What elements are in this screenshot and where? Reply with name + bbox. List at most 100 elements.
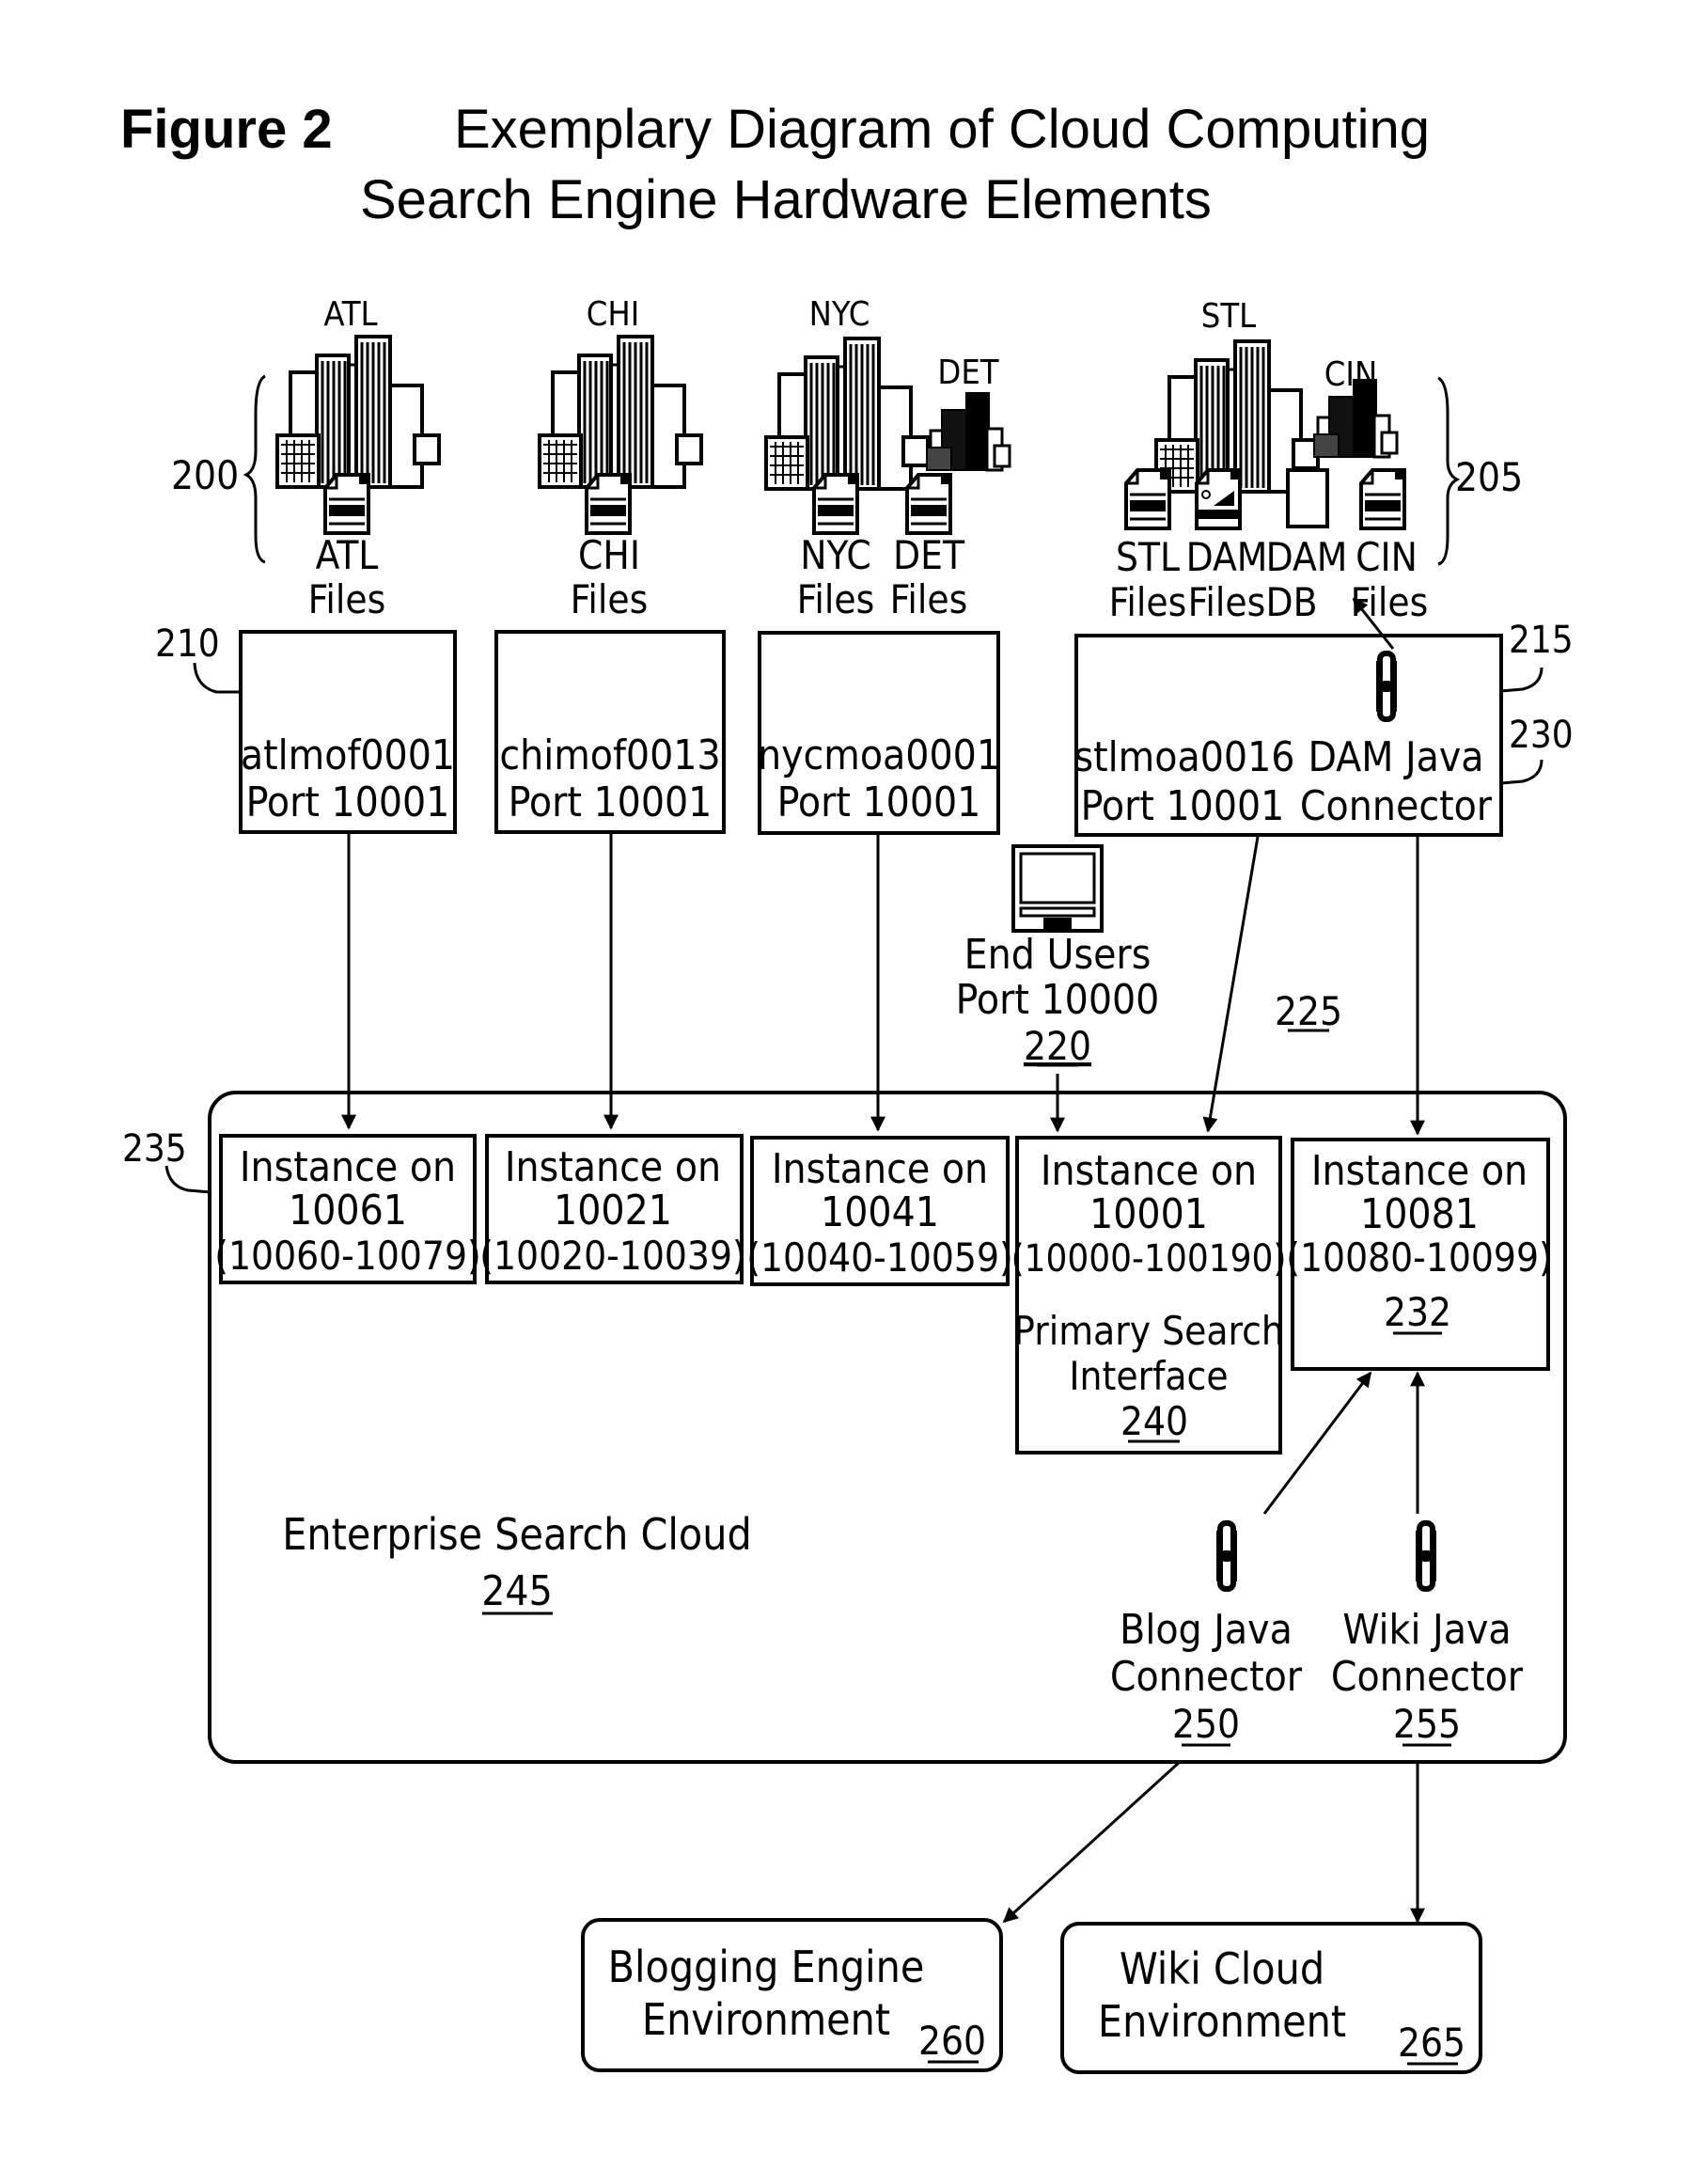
instance-chi: Instance on 10021 (10020-10039) bbox=[479, 1134, 746, 1284]
city-chi: CHI bbox=[538, 295, 703, 489]
interface-label: Interface bbox=[1069, 1353, 1228, 1399]
files-det: DET Files bbox=[890, 473, 968, 622]
ref-232: 232 bbox=[1384, 1289, 1451, 1335]
files-label-line2: Files bbox=[1109, 579, 1187, 625]
dam-connector-line1: DAM Java bbox=[1308, 733, 1483, 781]
files-label-line1: DAM bbox=[1186, 534, 1268, 580]
city-label: DET bbox=[937, 354, 998, 392]
chain-link-icon bbox=[1216, 1523, 1237, 1589]
server-atl: atlmof0001 Port 10001 bbox=[239, 630, 457, 834]
server-port: Port 10001 bbox=[777, 778, 981, 826]
instance-label: Instance on bbox=[505, 1143, 721, 1191]
server-host: atlmof0001 bbox=[241, 731, 455, 779]
ref-240: 240 bbox=[1120, 1398, 1188, 1444]
city-label: CHI bbox=[587, 295, 640, 334]
city-buildings-icon bbox=[538, 335, 703, 489]
environment-label-line1: Blogging Engine bbox=[608, 1942, 925, 1992]
city-cin: CIN bbox=[1312, 355, 1399, 459]
files-label-line2: Files bbox=[1188, 579, 1266, 625]
instance-label: Instance on bbox=[772, 1145, 988, 1193]
instance-label: Instance on bbox=[1311, 1147, 1528, 1195]
files-atl: ATL Files bbox=[308, 473, 385, 622]
server-stl: stlmoa0016 Port 10001 DAM Java Connector bbox=[1074, 634, 1503, 837]
server-port: Port 10001 bbox=[1081, 782, 1285, 830]
ref-255: 255 bbox=[1393, 1701, 1461, 1747]
image-document-icon bbox=[1195, 468, 1242, 530]
environment-label-line1: Wiki Cloud bbox=[1120, 1943, 1324, 1994]
instance-atl: Instance on 10061 (10060-10079) bbox=[214, 1134, 481, 1284]
instance-range: (10080-10099) bbox=[1286, 1234, 1552, 1281]
computer-icon bbox=[1011, 844, 1104, 933]
chain-link-icon bbox=[1416, 1523, 1436, 1589]
files-label-line2: Files bbox=[571, 576, 649, 622]
server-host: nycmoa0001 bbox=[758, 731, 1000, 779]
diagram-canvas: Figure 2 Exemplary Diagram of Cloud Comp… bbox=[120, 99, 1574, 2074]
ref-225: 225 bbox=[1275, 988, 1342, 1034]
instance-port: 10041 bbox=[821, 1188, 939, 1236]
files-label-line2: Files bbox=[1351, 579, 1429, 625]
ref-230: 230 bbox=[1509, 714, 1574, 757]
primary-search-label: Primary Search bbox=[1013, 1308, 1284, 1354]
document-icon bbox=[585, 473, 632, 535]
files-label-line2: Files bbox=[890, 576, 968, 622]
ref-215: 215 bbox=[1509, 619, 1574, 662]
blog-connector: Blog Java Connector 250 bbox=[1110, 1523, 1303, 1747]
city-label: STL bbox=[1201, 297, 1256, 336]
files-cin: CIN Files bbox=[1351, 468, 1429, 625]
server-nyc: nycmoa0001 Port 10001 bbox=[758, 631, 1000, 835]
ref-245: 245 bbox=[481, 1567, 553, 1615]
arrow-blog-to-environment bbox=[1002, 1759, 1183, 1924]
end-users-port: Port 10000 bbox=[956, 976, 1160, 1024]
instance-port: 10061 bbox=[289, 1187, 407, 1234]
server-host: chimof0013 bbox=[499, 731, 720, 779]
ref-260: 260 bbox=[918, 2018, 986, 2064]
environment-label-line2: Environment bbox=[1098, 1996, 1346, 2047]
group-ref-200: 200 bbox=[171, 452, 239, 498]
instance-label: Instance on bbox=[240, 1143, 456, 1191]
connector-label-line1: Blog Java bbox=[1120, 1606, 1293, 1654]
dam-connector-line2: Connector bbox=[1300, 782, 1493, 830]
group-ref-205: 205 bbox=[1455, 454, 1523, 500]
group-brace-right bbox=[1437, 376, 1461, 566]
ref-210: 210 bbox=[155, 622, 220, 666]
files-label-line1: DAM bbox=[1266, 534, 1348, 580]
files-label-line1: ATL bbox=[316, 532, 379, 578]
server-port: Port 10001 bbox=[509, 778, 713, 826]
group-brace-left bbox=[243, 374, 266, 564]
document-icon bbox=[1359, 468, 1406, 530]
city-buildings-icon bbox=[764, 337, 930, 491]
ref-220: 220 bbox=[1024, 1023, 1091, 1069]
connector-label-line2: Connector bbox=[1331, 1653, 1524, 1701]
ref-250: 250 bbox=[1172, 1701, 1240, 1747]
city-buildings-icon bbox=[275, 335, 441, 489]
city-label: NYC bbox=[809, 295, 870, 334]
instance-nyc: Instance on 10041 (10040-10059) bbox=[746, 1136, 1013, 1286]
instance-range: (10060-10079) bbox=[214, 1233, 480, 1279]
wiki-connector: Wiki Java Connector 255 bbox=[1331, 1523, 1524, 1747]
instance-range: (10000-100190) bbox=[1011, 1237, 1287, 1281]
instance-range: (10040-10059) bbox=[746, 1234, 1012, 1281]
files-nyc: NYC Files bbox=[797, 473, 875, 622]
leader-215 bbox=[1500, 667, 1543, 693]
wiki-environment: Wiki Cloud Environment 265 bbox=[1060, 1922, 1482, 2074]
document-icon bbox=[812, 473, 859, 535]
arrow-stl-to-primary bbox=[1202, 836, 1260, 1133]
instance-label: Instance on bbox=[1041, 1147, 1257, 1195]
end-users: End Users Port 10000 220 bbox=[956, 844, 1160, 1069]
instance-range: (10020-10039) bbox=[479, 1233, 745, 1279]
city-stl: STL bbox=[1154, 297, 1320, 494]
files-label-line2: DB bbox=[1265, 579, 1317, 625]
instance-primary: Instance on 10001 (10000-100190) Primary… bbox=[1011, 1136, 1287, 1455]
files-label-line1: STL bbox=[1116, 534, 1180, 580]
document-icon bbox=[905, 473, 952, 535]
city-det: DET bbox=[925, 354, 1011, 472]
server-port: Port 10001 bbox=[246, 778, 450, 826]
instance-port: 10001 bbox=[1089, 1190, 1208, 1238]
instance-dam: Instance on 10081 (10080-10099) 232 bbox=[1286, 1138, 1553, 1371]
files-chi: CHI Files bbox=[571, 473, 649, 622]
ref-235: 235 bbox=[122, 1127, 187, 1171]
city-nyc: NYC bbox=[764, 295, 930, 491]
files-label-line1: NYC bbox=[800, 532, 870, 578]
figure-title-line2: Search Engine Hardware Elements bbox=[360, 169, 1212, 230]
files-label-line2: Files bbox=[797, 576, 875, 622]
